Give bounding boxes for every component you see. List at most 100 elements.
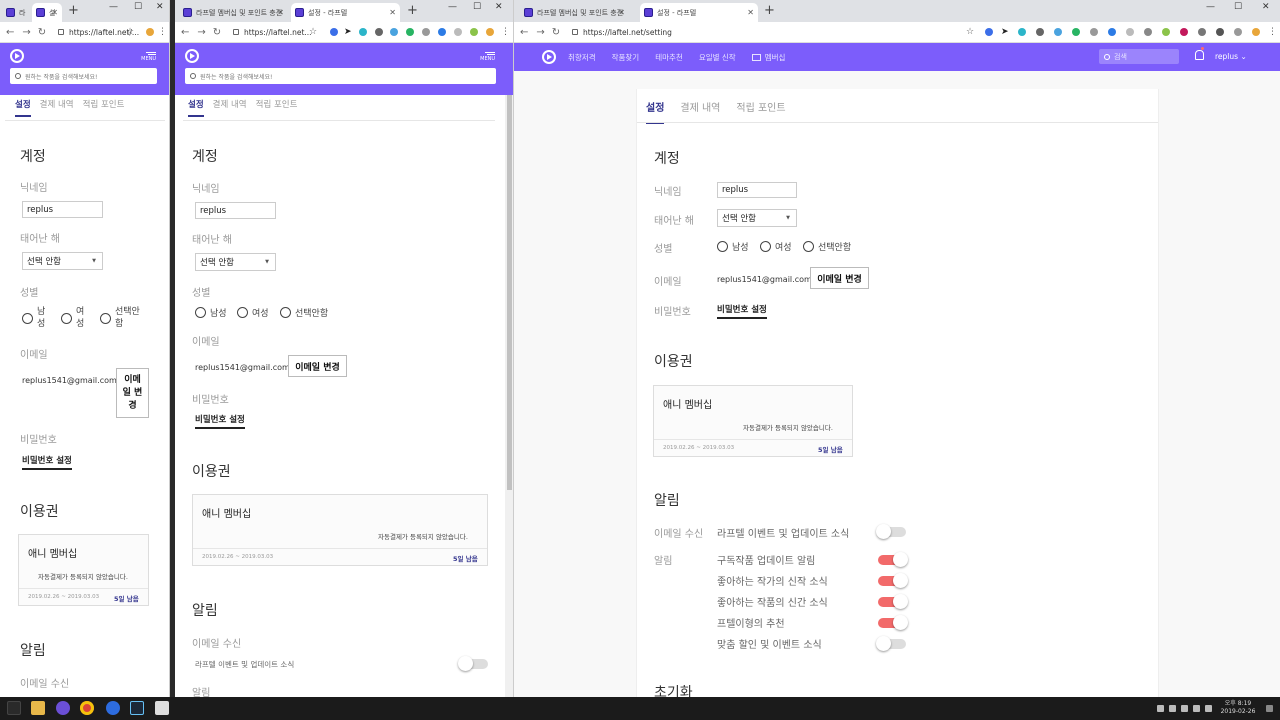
extension-icon[interactable]	[1180, 28, 1188, 36]
tab-payment-history[interactable]: 결제 내역	[680, 99, 720, 124]
maximize-button[interactable]: ☐	[134, 2, 142, 12]
close-window-button[interactable]: ✕	[1262, 2, 1270, 12]
volume-icon[interactable]	[1205, 705, 1212, 712]
user-menu[interactable]: replus ⌄	[1215, 52, 1247, 61]
maximize-button[interactable]: ☐	[1234, 2, 1242, 12]
tab-points[interactable]: 적립 포인트	[256, 98, 298, 117]
extension-icon[interactable]	[1234, 28, 1242, 36]
extension-icon[interactable]	[1090, 28, 1098, 36]
url-field[interactable]: https://laftel.net/setting	[572, 28, 672, 37]
tab-settings-main[interactable]: 설정	[646, 99, 665, 124]
change-email-button[interactable]: 이메 일 변 경	[116, 368, 149, 418]
laftel-logo-icon[interactable]	[10, 49, 24, 63]
nickname-input[interactable]: replus	[22, 201, 103, 218]
laftel-logo-icon[interactable]	[185, 49, 199, 63]
extension-icon[interactable]	[438, 28, 446, 36]
more-menu-icon[interactable]: ⋮	[158, 27, 167, 37]
photos-icon[interactable]	[155, 701, 169, 715]
email-receive-toggle[interactable]	[876, 524, 906, 539]
close-tab-icon[interactable]: ✕	[277, 8, 284, 17]
change-email-button[interactable]: 이메일 변경	[810, 267, 869, 289]
tray-icon[interactable]	[1169, 705, 1176, 712]
extension-icon[interactable]	[330, 28, 338, 36]
tab-settings-main[interactable]: 설정	[15, 98, 31, 117]
start-button[interactable]	[7, 701, 21, 715]
tab-points[interactable]: 적립 포인트	[736, 99, 785, 124]
extension-icon[interactable]	[1036, 28, 1044, 36]
header-search-input[interactable]: 검색	[1099, 49, 1179, 64]
scrollbar-thumb[interactable]	[507, 95, 512, 490]
gender-none-radio[interactable]: 선택안 함	[100, 306, 140, 330]
gender-none-radio[interactable]: 선택안함	[280, 306, 328, 319]
close-window-button[interactable]: ✕	[495, 2, 503, 12]
tab-settings[interactable]: 설정 - 라프텔 ✕	[640, 3, 758, 22]
steam-icon[interactable]	[130, 701, 144, 715]
close-tab-icon[interactable]: ✕	[618, 8, 625, 17]
bookmark-star-icon[interactable]: ☆	[126, 27, 134, 37]
set-password-link[interactable]: 비밀번호 설정	[195, 413, 245, 429]
scrollbar[interactable]	[505, 95, 513, 697]
close-tab-icon[interactable]: ✕	[747, 8, 754, 17]
bookmark-star-icon[interactable]: ☆	[309, 27, 317, 37]
tab-laftel-membership[interactable]: 라프텔 멤버십 및 포인트 충전 ✕	[520, 3, 629, 22]
new-tab-button[interactable]: +	[68, 3, 79, 18]
reload-icon[interactable]: ↻	[38, 27, 46, 38]
nickname-input[interactable]: replus	[195, 202, 276, 219]
app-icon[interactable]	[56, 701, 70, 715]
birth-year-select[interactable]: 선택 안함 ▼	[717, 209, 797, 227]
minimize-button[interactable]: —	[109, 2, 118, 12]
notify-item-toggle[interactable]	[878, 573, 908, 588]
cursor-extension-icon[interactable]: ➤	[1001, 27, 1009, 37]
extension-icon[interactable]	[454, 28, 462, 36]
birth-year-select[interactable]: 선택 안함 ▼	[22, 252, 103, 270]
extension-icon[interactable]	[1054, 28, 1062, 36]
extension-icon[interactable]	[359, 28, 367, 36]
tab-payment-history[interactable]: 결제 내역	[213, 98, 247, 117]
notification-center-icon[interactable]	[1266, 705, 1273, 712]
birth-year-select[interactable]: 선택 안함 ▼	[195, 253, 276, 271]
menu-button[interactable]: MENU	[134, 51, 156, 62]
extension-icon[interactable]	[1198, 28, 1206, 36]
search-input[interactable]: 원하는 작품을 검색해보세요!	[10, 68, 157, 84]
gender-male-radio[interactable]: 남 성	[22, 306, 45, 330]
tab-settings[interactable]: 설정 - 라프텔 ✕	[291, 3, 400, 22]
extension-icon[interactable]	[1018, 28, 1026, 36]
nav-membership[interactable]: 멤버십	[751, 52, 802, 63]
notify-item-toggle[interactable]	[878, 594, 908, 609]
extension-icon[interactable]	[1108, 28, 1116, 36]
gender-none-radio[interactable]: 선택안함	[803, 240, 851, 253]
tab-payment-history[interactable]: 결제 내역	[40, 98, 74, 117]
new-tab-button[interactable]: +	[764, 3, 775, 18]
search-input[interactable]: 원하는 작품을 검색해보세요!	[185, 68, 496, 84]
extension-icon[interactable]	[1216, 28, 1224, 36]
extension-icon[interactable]	[486, 28, 494, 36]
close-tab-icon[interactable]: ✕	[389, 8, 396, 17]
gender-female-radio[interactable]: 여성	[760, 240, 792, 253]
notify-item-toggle[interactable]	[876, 636, 906, 651]
minimize-button[interactable]: —	[448, 2, 457, 12]
nav-taste[interactable]: 취향저격	[568, 52, 596, 63]
extension-icon[interactable]	[1072, 28, 1080, 36]
more-menu-icon[interactable]: ⋮	[501, 27, 510, 37]
tray-icon[interactable]	[1157, 705, 1164, 712]
url-field[interactable]: https://laftel.net...	[233, 28, 312, 37]
gender-male-radio[interactable]: 남성	[195, 306, 227, 319]
set-password-link[interactable]: 비밀번호 설정	[22, 454, 72, 470]
extension-icon[interactable]	[146, 28, 154, 36]
notify-item-toggle[interactable]	[878, 615, 908, 630]
reload-icon[interactable]: ↻	[552, 27, 560, 38]
email-receive-toggle[interactable]	[458, 656, 488, 671]
network-icon[interactable]	[1193, 705, 1200, 712]
nav-weekly[interactable]: 요일별 신작	[699, 52, 736, 63]
forward-icon[interactable]: →	[536, 27, 544, 38]
nickname-input[interactable]: replus	[717, 182, 797, 198]
clock[interactable]: 오후 8:19 2019-02-26	[1216, 700, 1260, 716]
reload-icon[interactable]: ↻	[213, 27, 221, 38]
minimize-button[interactable]: —	[1206, 2, 1215, 12]
back-icon[interactable]: ←	[520, 27, 528, 38]
forward-icon[interactable]: →	[22, 27, 30, 38]
extension-icon[interactable]	[1162, 28, 1170, 36]
extension-icon[interactable]	[1144, 28, 1152, 36]
extension-icon[interactable]	[422, 28, 430, 36]
new-tab-button[interactable]: +	[407, 3, 418, 18]
